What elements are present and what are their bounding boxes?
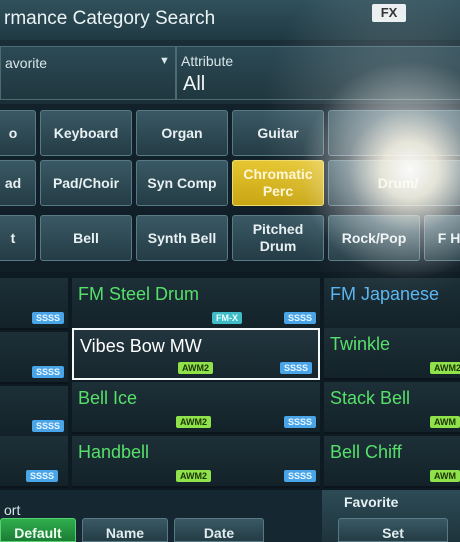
ssss-badge: SSSS — [284, 416, 317, 428]
attribute-value: All — [183, 73, 206, 95]
category-chromatic-perc[interactable]: Chromatic Perc — [232, 160, 324, 206]
ssss-badge: SSSS — [32, 420, 65, 432]
favorite-set-button[interactable]: Set — [338, 518, 448, 542]
category-drum[interactable]: Drum/ — [328, 160, 460, 206]
sort-name-button[interactable]: Name — [82, 518, 168, 542]
filter-row: avorite ▼ Attribute All — [0, 40, 460, 104]
ssss-badge: SSSS — [26, 470, 59, 482]
sub-sub-category-row: t Bell Synth Bell Pitched Drum Rock/Pop … — [0, 215, 460, 265]
category-organ[interactable]: Organ — [136, 110, 228, 156]
awm2-badge: AWM2 — [176, 470, 211, 482]
page-title: rmance Category Search — [4, 8, 216, 29]
performance-name: Vibes Bow MW — [80, 336, 202, 356]
category-guitar[interactable]: Guitar — [232, 110, 324, 156]
fx-badge[interactable]: FX — [372, 4, 406, 22]
favorite-filter-label: avorite — [5, 55, 48, 71]
sort-default-button[interactable]: Default — [0, 518, 76, 542]
list-item[interactable]: SSSS — [0, 278, 68, 330]
attribute-label: Attribute — [181, 53, 234, 69]
performance-category-search-screen: rmance Category Search FX avorite ▼ Attr… — [0, 0, 460, 542]
favorite-filter[interactable]: avorite — [0, 46, 176, 100]
performance-name: FM Japanese — [330, 284, 440, 304]
sort-date-button[interactable]: Date — [174, 518, 264, 542]
list-item[interactable]: SSSS — [0, 386, 68, 438]
subcategory-bell[interactable]: Bell — [40, 215, 132, 261]
category-pad[interactable]: ad — [0, 160, 36, 206]
awm2-badge: AWM2 — [178, 362, 213, 374]
dropdown-arrow-icon: ▼ — [159, 55, 170, 67]
main-category-row: o Keyboard Organ Guitar — [0, 110, 460, 160]
list-item-bell-chiff[interactable]: Bell Chiff AWM — [324, 436, 460, 488]
performance-name: Handbell — [78, 442, 150, 462]
category-button[interactable]: o — [0, 110, 36, 156]
category-syn-comp[interactable]: Syn Comp — [136, 160, 228, 206]
performance-name: Twinkle — [330, 334, 391, 354]
category-button[interactable] — [328, 110, 460, 156]
performance-name: Stack Bell — [330, 388, 411, 408]
subcategory-button[interactable]: t — [0, 215, 36, 261]
subcategory-pitched-drum[interactable]: Pitched Drum — [232, 215, 324, 261]
sort-label: ort — [4, 502, 21, 518]
subcategory-synth-bell[interactable]: Synth Bell — [136, 215, 228, 261]
list-item-stack-bell[interactable]: Stack Bell AWM — [324, 382, 460, 434]
category-pad-choir[interactable]: Pad/Choir — [40, 160, 132, 206]
favorite-label: Favorite — [344, 494, 399, 510]
ssss-badge: SSSS — [32, 366, 65, 378]
awm-badge: AWM — [430, 416, 460, 428]
results-list: SSSS SSSS SSSS SSSS FM Steel Drum FM-X S… — [0, 272, 460, 490]
list-item-bell-ice[interactable]: Bell Ice AWM2 SSSS — [72, 382, 320, 434]
subcategory-button[interactable]: F Hi — [424, 215, 460, 261]
ssss-badge: SSSS — [284, 312, 317, 324]
subcategory-rock-pop[interactable]: Rock/Pop — [328, 215, 420, 261]
awm2-badge: AWM2 — [176, 416, 211, 428]
awm-badge: AWM — [430, 470, 460, 482]
awm2-badge: AWM2 — [430, 362, 460, 374]
category-keyboard[interactable]: Keyboard — [40, 110, 132, 156]
performance-name: Bell Ice — [78, 388, 138, 408]
title-bar: rmance Category Search FX — [0, 0, 460, 41]
performance-name: FM Steel Drum — [78, 284, 200, 304]
fmx-badge: FM-X — [212, 312, 242, 324]
bottom-bar: ort Default Name Date Favorite Set — [0, 490, 460, 542]
sub-category-row: ad Pad/Choir Syn Comp Chromatic Perc Dru… — [0, 160, 460, 210]
list-item-handbell[interactable]: Handbell AWM2 SSSS — [72, 436, 320, 488]
performance-name: Bell Chiff — [330, 442, 402, 462]
attribute-selector[interactable]: ▼ Attribute All — [159, 46, 460, 100]
list-item[interactable]: SSSS — [0, 436, 68, 488]
ssss-badge: SSSS — [280, 362, 313, 374]
list-item-fm-japanese[interactable]: FM Japanese — [324, 278, 460, 330]
list-item-twinkle[interactable]: Twinkle AWM2 — [324, 328, 460, 380]
ssss-badge: SSSS — [284, 470, 317, 482]
list-item-fm-steel-drum[interactable]: FM Steel Drum FM-X SSSS — [72, 278, 320, 330]
list-item[interactable]: SSSS — [0, 332, 68, 384]
ssss-badge: SSSS — [32, 312, 65, 324]
list-item-vibes-bow-mw[interactable]: Vibes Bow MW AWM2 SSSS — [72, 328, 320, 380]
favorite-section: Favorite Set — [322, 490, 460, 542]
